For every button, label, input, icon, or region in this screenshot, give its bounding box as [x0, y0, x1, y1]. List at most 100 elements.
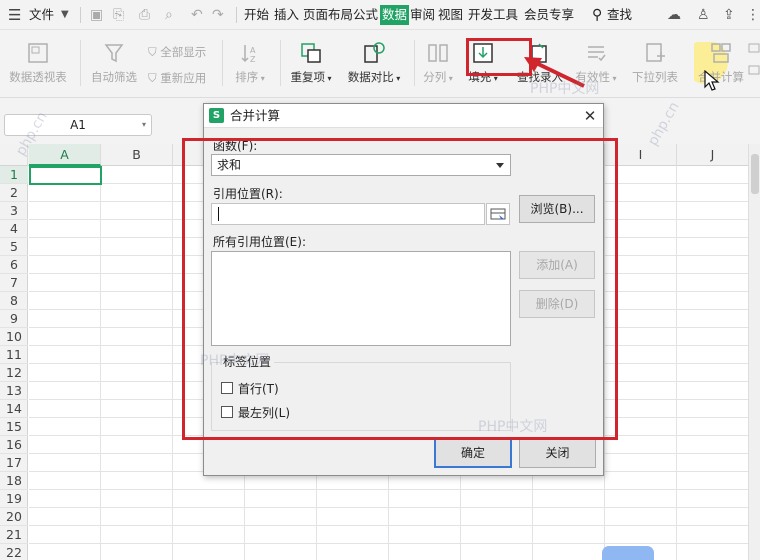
dropdown-list-button[interactable]: 下拉列表	[628, 42, 682, 85]
scrollbar-thumb[interactable]	[751, 154, 759, 194]
column-header[interactable]: J	[677, 144, 749, 166]
dialog-title: 合并计算	[230, 108, 281, 123]
row-header[interactable]: 16	[0, 436, 28, 454]
row-header[interactable]: 19	[0, 490, 28, 508]
watermark: PHP中文网	[478, 419, 548, 435]
redo-icon[interactable]: ↷	[212, 0, 224, 30]
tab-review[interactable]: 审阅	[410, 0, 435, 30]
chevron-down-icon[interactable]: ▾	[142, 115, 146, 135]
tab-developer[interactable]: 开发工具	[468, 0, 518, 30]
ribbon-toolbar: 数据透视表 自动筛选 ⛉ 全部显示 ⛉ 重新应用 AZ 排序 ▾ 重复项 ▾ 数…	[0, 30, 760, 98]
sort-button[interactable]: AZ 排序 ▾	[230, 42, 270, 85]
menu-bar: ☰ 文件 ▼ ▣ ⎘ ⎙ ⌕ ↶ ↷ 开始 插入 页面布局 公式 数据 审阅 视…	[0, 0, 760, 30]
more-icon[interactable]: ⋮	[746, 0, 760, 30]
autofilter-button[interactable]: 自动筛选	[86, 42, 142, 85]
app-logo-icon: S	[209, 108, 224, 123]
tab-view[interactable]: 视图	[438, 0, 463, 30]
tab-member[interactable]: 会员专享	[524, 0, 574, 30]
search-button[interactable]: 查找	[607, 0, 632, 30]
undo-icon[interactable]: ↶	[191, 0, 203, 30]
pivot-table-button[interactable]: 数据透视表	[6, 42, 70, 85]
filter-icon	[104, 44, 124, 63]
row-header[interactable]: 4	[0, 220, 28, 238]
row-header[interactable]: 1	[0, 166, 28, 184]
watermark: PHP中文网	[530, 81, 600, 97]
data-compare-button[interactable]: 数据对比 ▾	[343, 42, 405, 85]
svg-text:Z: Z	[250, 55, 256, 64]
save-icon[interactable]: ▣	[90, 0, 103, 30]
row-header[interactable]: 22	[0, 544, 28, 560]
print-preview-icon[interactable]: ⌕	[165, 0, 173, 30]
split-column-button[interactable]: 分列 ▾	[420, 42, 456, 85]
active-cell[interactable]	[29, 166, 102, 185]
consolidate-icon	[711, 43, 731, 63]
row-header[interactable]: 7	[0, 274, 28, 292]
export-icon[interactable]: ⎘	[113, 0, 124, 30]
tab-insert[interactable]: 插入	[274, 0, 299, 30]
duplicates-icon	[301, 43, 321, 63]
row-header[interactable]: 12	[0, 364, 28, 382]
tab-home[interactable]: 开始	[244, 0, 269, 30]
dialog-highlight-box	[182, 138, 618, 440]
show-all-button[interactable]: ⛉ 全部显示	[148, 44, 206, 60]
hamburger-icon[interactable]: ☰	[8, 0, 21, 30]
tab-formulas[interactable]: 公式	[353, 0, 378, 30]
funnel-refresh-icon: ⛉	[148, 71, 157, 85]
name-box-value: A1	[70, 118, 86, 132]
ok-button[interactable]: 确定	[434, 438, 512, 468]
close-button[interactable]: 关闭	[519, 438, 596, 468]
row-header[interactable]: 15	[0, 418, 28, 436]
row-header[interactable]: 8	[0, 292, 28, 310]
floating-button[interactable]	[602, 546, 654, 560]
row-header[interactable]: 2	[0, 184, 28, 202]
row-header[interactable]: 10	[0, 328, 28, 346]
svg-text:A: A	[250, 46, 256, 55]
row-headers: 1 2 3 4 5 6 7 8 9 10 11 12 13 14 15 16 17 18 19 20 21 22	[0, 166, 28, 560]
data-compare-label: 数据对比	[347, 70, 394, 84]
pivot-table-label: 数据透视表	[9, 70, 67, 84]
row-header[interactable]: 21	[0, 526, 28, 544]
file-menu[interactable]: 文件	[29, 0, 54, 30]
row-header[interactable]: 5	[0, 238, 28, 256]
row-header[interactable]: 3	[0, 202, 28, 220]
close-icon[interactable]: ✕	[578, 104, 602, 128]
reapply-label: 重新应用	[160, 71, 207, 85]
autofilter-label: 自动筛选	[91, 70, 137, 84]
reapply-button[interactable]: ⛉ 重新应用	[148, 70, 206, 86]
row-header[interactable]: 18	[0, 472, 28, 490]
sort-label: 排序	[235, 70, 259, 84]
row-header[interactable]: 11	[0, 346, 28, 364]
row-header[interactable]: 9	[0, 310, 28, 328]
share-icon[interactable]: ⇪	[723, 0, 735, 30]
row-header[interactable]: 14	[0, 400, 28, 418]
row-header[interactable]: 6	[0, 256, 28, 274]
dialog-titlebar[interactable]: S 合并计算 ✕	[204, 104, 603, 128]
tab-page-layout[interactable]: 页面布局	[303, 0, 353, 30]
split-column-label: 分列	[423, 70, 447, 84]
row-header[interactable]: 17	[0, 454, 28, 472]
dropdown-list-icon	[646, 43, 665, 62]
user-icon[interactable]: ♙	[697, 0, 710, 30]
consolidate-button[interactable]: 合并计算	[694, 42, 748, 85]
dropdown-list-label: 下拉列表	[632, 70, 678, 84]
chevron-down-icon[interactable]: ▼	[61, 0, 69, 30]
data-compare-icon	[364, 42, 385, 63]
split-column-icon	[428, 44, 448, 62]
column-header[interactable]: B	[101, 144, 173, 166]
cloud-icon[interactable]: ☁	[667, 0, 681, 30]
watermark: PHP中文网	[200, 353, 270, 369]
funnel-icon: ⛉	[148, 45, 157, 59]
more-tools-icon[interactable]	[748, 42, 760, 82]
mouse-cursor-icon	[704, 70, 720, 91]
spreadsheet-window: ☰ 文件 ▼ ▣ ⎘ ⎙ ⌕ ↶ ↷ 开始 插入 页面布局 公式 数据 审阅 视…	[0, 0, 760, 560]
tab-data[interactable]: 数据	[380, 5, 410, 25]
row-header[interactable]: 20	[0, 508, 28, 526]
search-icon[interactable]: ⚲	[592, 0, 602, 30]
row-header[interactable]: 13	[0, 382, 28, 400]
show-all-label: 全部显示	[160, 45, 207, 59]
print-icon[interactable]: ⎙	[139, 0, 150, 30]
duplicates-button[interactable]: 重复项 ▾	[286, 42, 336, 85]
vertical-scrollbar[interactable]	[748, 144, 760, 560]
pivot-table-icon	[28, 43, 48, 63]
column-header[interactable]: A	[29, 144, 101, 166]
